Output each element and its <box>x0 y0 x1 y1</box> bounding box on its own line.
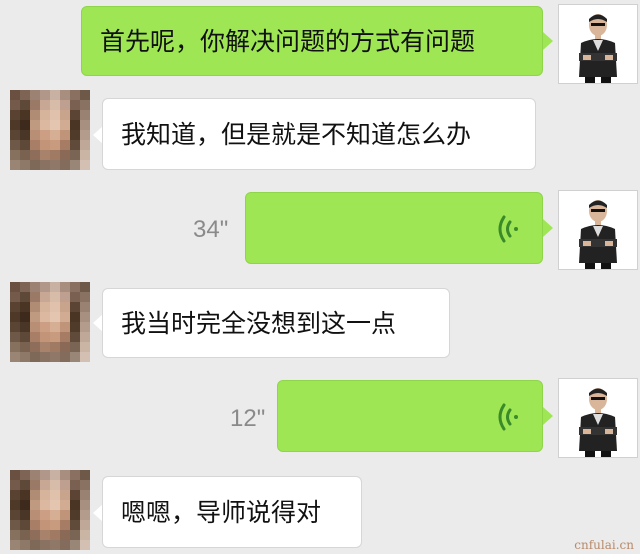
self-avatar[interactable] <box>558 190 638 270</box>
bubble-tail <box>543 219 553 237</box>
pixelated-avatar-icon <box>10 470 90 550</box>
watermark: cnfulai.cn <box>574 538 634 552</box>
message-text: 嗯嗯，导师说得对 <box>121 497 322 527</box>
peer-avatar[interactable] <box>10 470 90 550</box>
voice-message-bubble[interactable] <box>277 380 543 452</box>
person-avatar-icon <box>559 379 637 457</box>
voice-message-bubble[interactable] <box>245 192 543 264</box>
bubble-tail <box>543 407 553 425</box>
self-avatar[interactable] <box>558 378 638 458</box>
voice-duration: 12" <box>230 405 266 432</box>
peer-avatar[interactable] <box>10 282 90 362</box>
pixelated-avatar-icon <box>10 282 90 362</box>
person-avatar-icon <box>559 5 637 83</box>
message-bubble-self[interactable]: 首先呢，你解决问题的方式有问题 <box>81 6 543 76</box>
voice-wave-icon <box>498 403 518 431</box>
message-bubble-peer[interactable]: 我当时完全没想到这一点 <box>102 288 450 358</box>
voice-duration: 34" <box>193 216 229 243</box>
self-avatar[interactable] <box>558 4 638 84</box>
peer-avatar[interactable] <box>10 90 90 170</box>
bubble-tail <box>543 32 553 50</box>
message-text: 我当时完全没想到这一点 <box>121 308 397 338</box>
message-text: 我知道，但是就是不知道怎么办 <box>121 119 472 149</box>
voice-wave-icon <box>498 215 518 243</box>
pixelated-avatar-icon <box>10 90 90 170</box>
message-bubble-peer[interactable]: 嗯嗯，导师说得对 <box>102 476 362 548</box>
message-bubble-peer[interactable]: 我知道，但是就是不知道怎么办 <box>102 98 536 170</box>
person-avatar-icon <box>559 191 637 269</box>
message-text: 首先呢，你解决问题的方式有问题 <box>100 26 476 56</box>
